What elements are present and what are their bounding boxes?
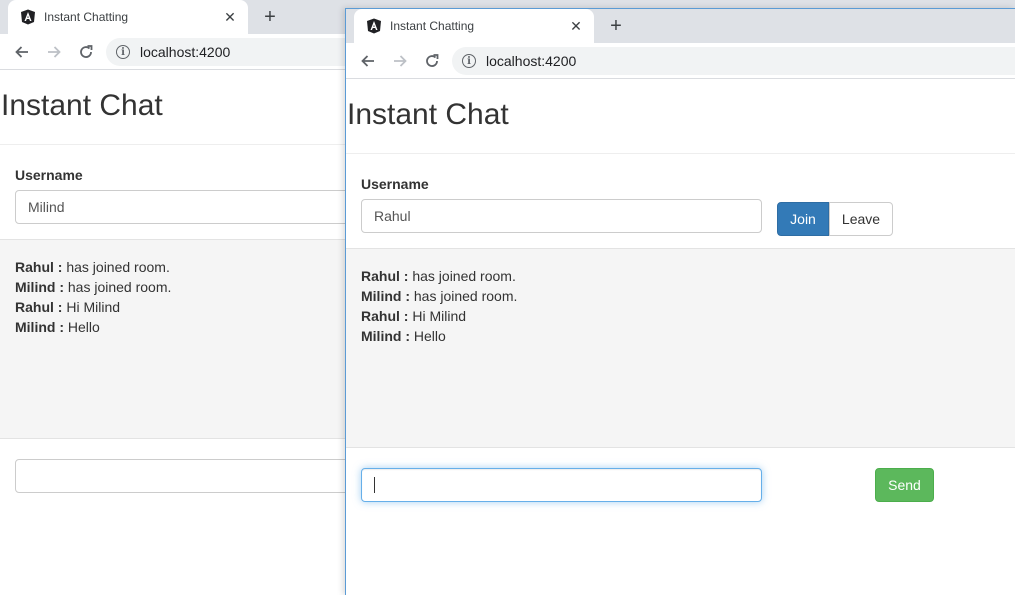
- message-input[interactable]: [361, 468, 762, 502]
- close-icon[interactable]: ✕: [564, 14, 588, 38]
- angular-icon: [367, 18, 381, 34]
- username-label: Username: [15, 167, 83, 183]
- tab-strip: Instant Chatting ✕ +: [346, 9, 1015, 43]
- close-icon[interactable]: ✕: [218, 5, 242, 29]
- browser-tab[interactable]: Instant Chatting ✕: [8, 0, 248, 34]
- arrow-right-icon[interactable]: [388, 49, 412, 73]
- tab-title: Instant Chatting: [390, 19, 475, 33]
- page-title: Instant Chat: [1, 89, 163, 122]
- arrow-left-icon[interactable]: [10, 40, 34, 64]
- info-icon[interactable]: i: [462, 54, 476, 68]
- plus-icon[interactable]: +: [258, 5, 282, 29]
- page-title: Instant Chat: [347, 98, 509, 131]
- message-item: Rahul : has joined room.: [361, 268, 516, 284]
- message-item: Milind : Hello: [361, 328, 446, 344]
- username-value: Milind: [28, 199, 65, 215]
- arrow-right-icon[interactable]: [42, 40, 66, 64]
- divider: [346, 153, 1015, 154]
- message-item: Rahul : Hi Milind: [361, 308, 467, 324]
- reload-icon[interactable]: [420, 49, 444, 73]
- join-button[interactable]: Join: [777, 202, 829, 236]
- browser-window-front: Instant Chatting ✕ + i localhost:4200 In…: [345, 8, 1015, 595]
- send-button[interactable]: Send: [875, 468, 934, 502]
- info-icon[interactable]: i: [116, 45, 130, 59]
- chat-messages: Rahul : has joined room. Milind : has jo…: [346, 248, 1015, 448]
- plus-icon[interactable]: +: [604, 14, 628, 38]
- username-input[interactable]: Rahul: [361, 199, 762, 233]
- url-text: localhost:4200: [140, 44, 231, 60]
- leave-button[interactable]: Leave: [829, 202, 893, 236]
- arrow-left-icon[interactable]: [356, 49, 380, 73]
- browser-tab[interactable]: Instant Chatting ✕: [354, 9, 594, 43]
- page-content: Instant Chat Username Rahul Join Leave R…: [346, 79, 1015, 595]
- message-item: Milind : has joined room.: [361, 288, 518, 304]
- reload-icon[interactable]: [74, 40, 98, 64]
- username-value: Rahul: [374, 208, 411, 224]
- url-text: localhost:4200: [486, 53, 577, 69]
- browser-toolbar: i localhost:4200: [346, 43, 1015, 79]
- address-bar[interactable]: i localhost:4200: [452, 47, 1015, 75]
- angular-icon: [21, 9, 35, 25]
- username-label: Username: [361, 176, 429, 192]
- tab-title: Instant Chatting: [44, 10, 129, 24]
- text-caret: [374, 477, 375, 493]
